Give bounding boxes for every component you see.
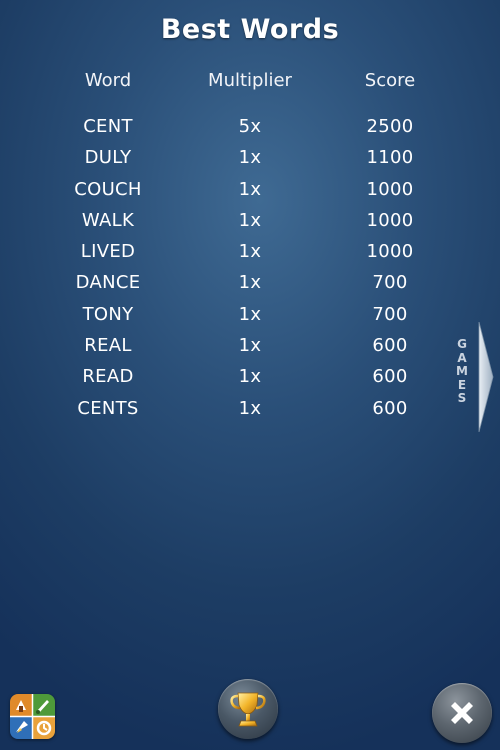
close-button[interactable] bbox=[432, 683, 492, 743]
score-cell: 1000 bbox=[366, 178, 414, 200]
word-cell: CENT bbox=[83, 116, 133, 137]
score-cell: 700 bbox=[372, 303, 408, 325]
table-row: REAL 1x 600 bbox=[0, 331, 500, 362]
table-header: Word Multiplier Score bbox=[0, 66, 500, 96]
column-header-multiplier: Multiplier bbox=[208, 70, 292, 91]
score-cell: 700 bbox=[372, 272, 408, 294]
games-tab[interactable]: GAMES bbox=[448, 322, 498, 432]
page-title: Best Words bbox=[160, 14, 340, 45]
word-cell: DANCE bbox=[75, 272, 141, 294]
score-cell: 1000 bbox=[366, 209, 414, 231]
score-cell: 1000 bbox=[366, 241, 414, 263]
word-cell: DULY bbox=[84, 147, 132, 169]
word-cell: WALK bbox=[81, 209, 135, 231]
word-cell: REAL bbox=[84, 335, 132, 357]
word-cell: COUCH bbox=[74, 178, 142, 200]
table-row: CENT 5x 2500 bbox=[0, 112, 500, 143]
trophy-button[interactable] bbox=[218, 679, 278, 739]
score-cell: 1100 bbox=[366, 147, 414, 169]
table-row: WALK 1x 1000 bbox=[0, 206, 500, 237]
word-cell: READ bbox=[82, 366, 134, 388]
table-row: READ 1x 600 bbox=[0, 362, 500, 393]
score-cell: 2500 bbox=[366, 116, 414, 137]
column-header-word: Word bbox=[84, 70, 132, 91]
table-row: COUCH 1x 1000 bbox=[0, 175, 500, 206]
best-words-table: CENT 5x 2500 DULY 1x 1100 COUCH 1x 1000 … bbox=[0, 112, 500, 425]
table-row: LIVED 1x 1000 bbox=[0, 237, 500, 268]
multiplier-cell: 1x bbox=[238, 366, 262, 388]
word-cell: TONY bbox=[82, 303, 134, 325]
score-cell: 600 bbox=[372, 335, 408, 357]
table-row: CENTS 1x 600 bbox=[0, 394, 500, 425]
chevron-right-icon bbox=[478, 322, 494, 432]
table-row: DANCE 1x 700 bbox=[0, 268, 500, 299]
score-cell: 600 bbox=[372, 397, 408, 419]
multiplier-cell: 1x bbox=[238, 397, 262, 419]
multiplier-cell: 1x bbox=[238, 335, 262, 357]
games-tab-label: GAMES bbox=[456, 337, 468, 405]
column-header-score: Score bbox=[364, 70, 416, 91]
multiplier-cell: 1x bbox=[238, 241, 262, 263]
trophy-icon bbox=[230, 692, 266, 727]
multiplier-cell: 1x bbox=[238, 209, 262, 231]
multiplier-cell: 1x bbox=[238, 303, 262, 325]
score-cell: 600 bbox=[372, 366, 408, 388]
multiplier-cell: 1x bbox=[238, 178, 262, 200]
multiplier-cell: 1x bbox=[238, 147, 262, 169]
close-icon bbox=[451, 702, 473, 724]
app-icon[interactable] bbox=[10, 694, 55, 739]
table-row: TONY 1x 700 bbox=[0, 300, 500, 331]
table-row: DULY 1x 1100 bbox=[0, 143, 500, 174]
app-grid-icon bbox=[10, 694, 55, 739]
multiplier-cell: 1x bbox=[238, 272, 262, 294]
word-cell: CENTS bbox=[77, 397, 139, 419]
word-cell: LIVED bbox=[80, 241, 136, 263]
multiplier-cell: 5x bbox=[238, 116, 262, 137]
